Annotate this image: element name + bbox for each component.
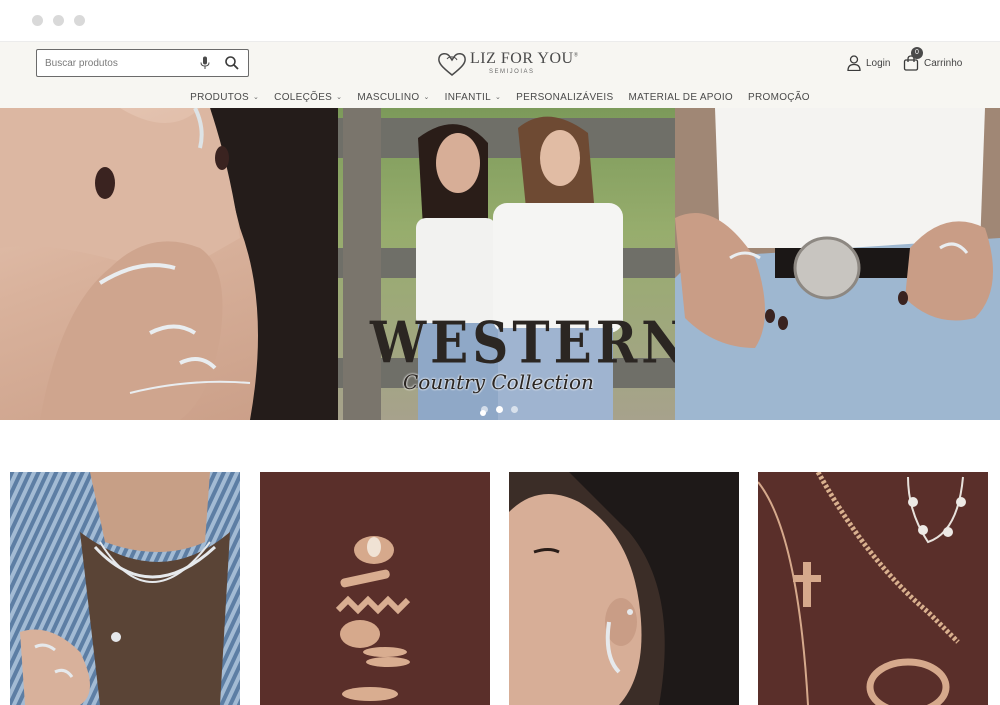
- chevron-down-icon: ⌄: [423, 94, 430, 101]
- chevron-down-icon: ⌄: [253, 94, 260, 101]
- search-input[interactable]: [45, 50, 195, 76]
- category-card-rings[interactable]: [260, 472, 490, 705]
- ear-cuff-on-model-image: [509, 472, 739, 705]
- nav-item-colecoes[interactable]: COLEÇÕES ⌄: [274, 92, 342, 103]
- category-grid: [0, 472, 1000, 705]
- login-label: Login: [866, 57, 891, 69]
- window-dot: [53, 15, 64, 26]
- cart-link[interactable]: 0 Carrinho: [903, 47, 963, 72]
- browser-chrome: [0, 0, 1000, 42]
- brand-name: LIZ FOR YOU®: [470, 50, 579, 67]
- carousel-dots: [481, 406, 518, 413]
- main-nav: PRODUTOS ⌄ COLEÇÕES ⌄ MASCULINO ⌄ INFANTIL ⌄…: [0, 86, 1000, 108]
- necklaces-on-model-image: [10, 472, 240, 705]
- chevron-down-icon: ⌄: [494, 94, 502, 101]
- category-card-ear-cuff[interactable]: [509, 472, 739, 705]
- hero-left-illustration: [0, 108, 338, 420]
- category-card-necklaces[interactable]: [758, 472, 988, 705]
- hero-banner[interactable]: WESTERN Country Collection: [0, 108, 1000, 420]
- gold-necklaces-image: [758, 472, 988, 705]
- nav-item-material-de-apoio[interactable]: MATERIAL DE APOIO: [628, 92, 733, 103]
- cart-count-badge: 0: [911, 47, 923, 59]
- search-icon[interactable]: [224, 55, 240, 71]
- carousel-dot[interactable]: [481, 406, 488, 413]
- hero-image-models-fence: WESTERN Country Collection: [338, 108, 675, 420]
- heart-logo-icon: [438, 53, 466, 76]
- category-card-necklaces-model[interactable]: [10, 472, 240, 705]
- nav-item-infantil[interactable]: INFANTIL ⌄: [445, 92, 501, 103]
- nav-item-promocao[interactable]: PROMOÇÃO: [748, 92, 810, 103]
- login-link[interactable]: Login: [847, 54, 890, 72]
- brand-logo[interactable]: LIZ FOR YOU® SEMIJOIAS: [437, 49, 578, 79]
- hero-right-illustration: [675, 108, 1000, 420]
- search-box: [36, 49, 249, 77]
- nav-item-personalizaveis[interactable]: PERSONALIZÁVEIS: [516, 92, 613, 103]
- hero-image-belt-rings: [675, 108, 1000, 420]
- microphone-icon[interactable]: [199, 56, 211, 70]
- window-dot: [74, 15, 85, 26]
- gold-rings-image: [260, 472, 490, 705]
- carousel-dot-active[interactable]: [496, 406, 503, 413]
- window-dot: [32, 15, 43, 26]
- chevron-down-icon: ⌄: [336, 94, 343, 101]
- user-icon: [847, 55, 861, 71]
- carousel-dot[interactable]: [511, 406, 518, 413]
- cart-label: Carrinho: [924, 57, 963, 69]
- hero-title: WESTERN: [370, 308, 675, 377]
- nav-item-masculino[interactable]: MASCULINO ⌄: [357, 92, 429, 103]
- brand-subtitle: SEMIJOIAS: [489, 69, 535, 75]
- site-header: LIZ FOR YOU® SEMIJOIAS Login 0 Carrinho …: [0, 42, 1000, 108]
- nav-item-produtos[interactable]: PRODUTOS ⌄: [190, 92, 259, 103]
- hero-image-hand-rings: [0, 108, 338, 420]
- hero-subtitle: Country Collection: [403, 370, 594, 394]
